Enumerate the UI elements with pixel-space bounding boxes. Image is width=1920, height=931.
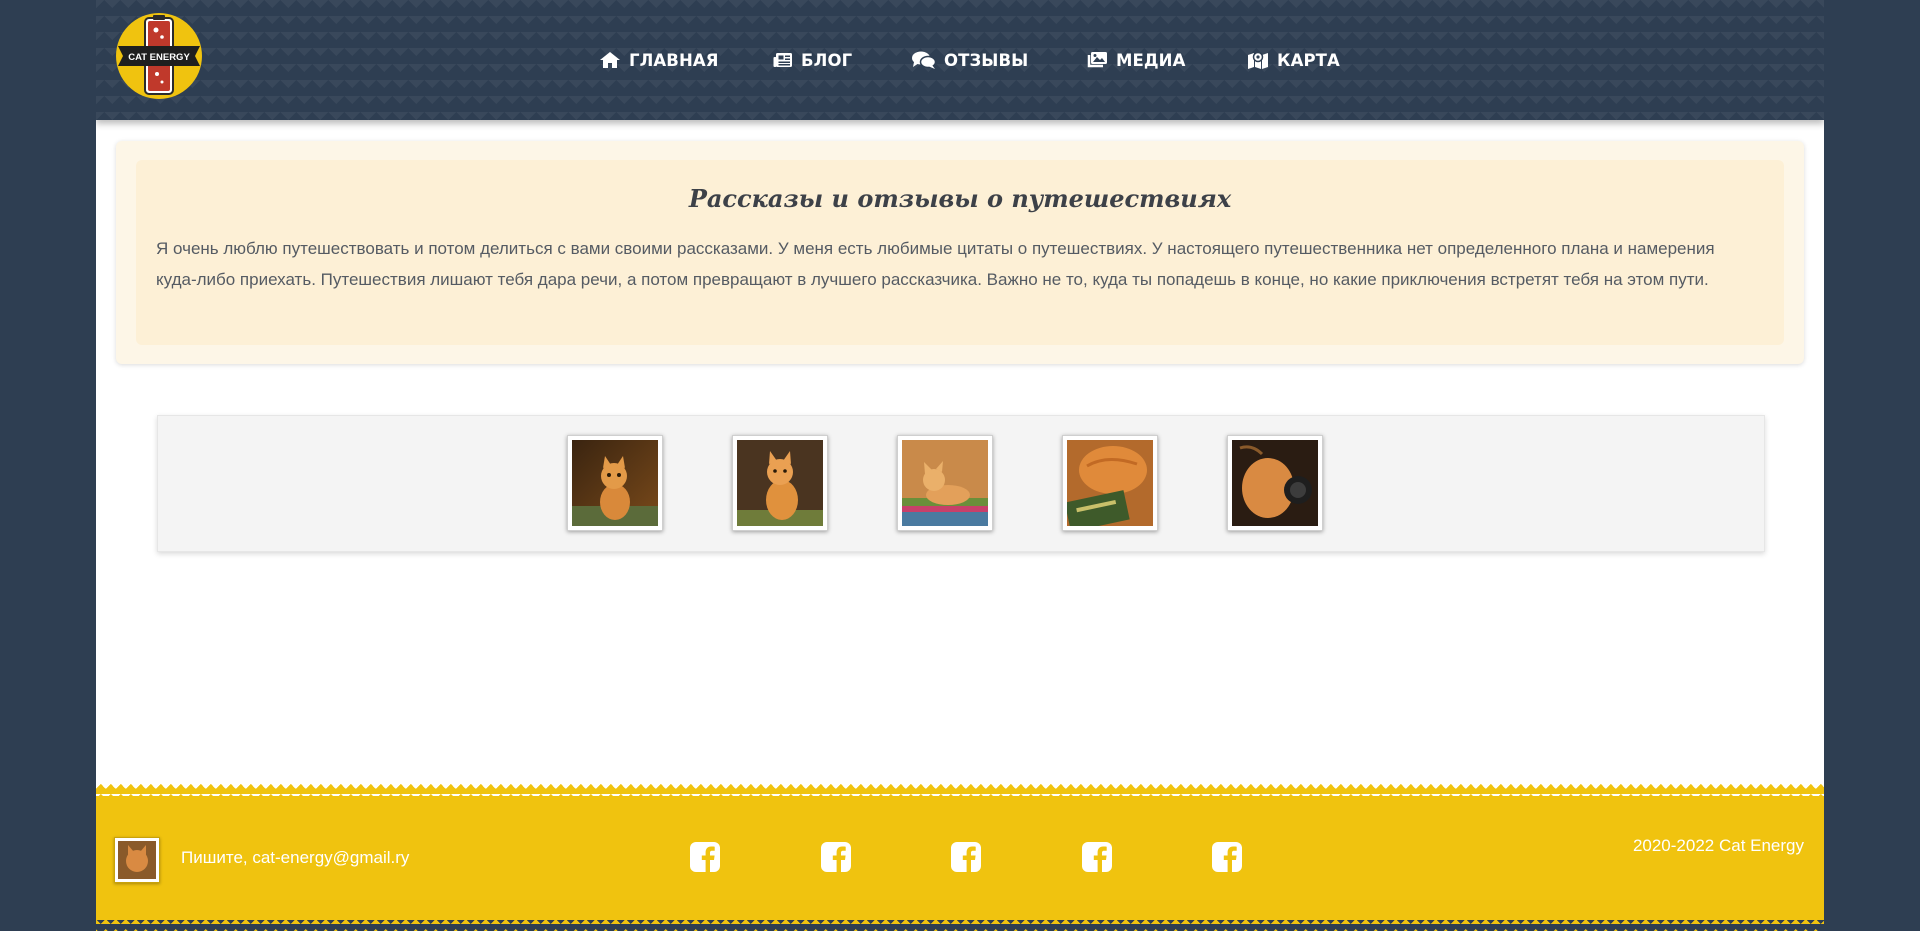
nav-label: ГЛАВНАЯ	[629, 50, 719, 70]
site-footer: Пишите, cat-energy@gmail.ry 2020-2022 Ca…	[96, 784, 1824, 931]
intro-card: Рассказы и отзывы о путешествиях Я очень…	[116, 141, 1804, 364]
gallery-photo[interactable]	[1062, 435, 1158, 531]
kitten-photo-4	[1067, 440, 1153, 526]
nav-label: БЛОГ	[801, 50, 853, 70]
gallery-photo[interactable]	[732, 435, 828, 531]
photo-gallery	[157, 415, 1765, 552]
nav-label: МЕДИА	[1116, 50, 1186, 70]
facebook-icon	[951, 842, 981, 872]
facebook-link[interactable]	[950, 841, 982, 873]
footer-contact-email[interactable]: Пишите, cat-energy@gmail.ry	[181, 848, 409, 868]
nav-label: ОТЗЫВЫ	[944, 50, 1029, 70]
intro-card-inner: Рассказы и отзывы о путешествиях Я очень…	[136, 160, 1784, 345]
nav-label: КАРТА	[1277, 50, 1340, 70]
facebook-icon	[821, 842, 851, 872]
home-icon	[600, 52, 620, 68]
nav-item-map[interactable]: КАРТА	[1247, 46, 1340, 74]
footer-bottom-zigzag	[96, 920, 1824, 931]
nav-item-blog[interactable]: БЛОГ	[773, 46, 852, 74]
intro-text: Я очень люблю путешествовать и потом дел…	[156, 239, 1715, 289]
copyright: 2020-2022 Cat Energy	[1632, 836, 1804, 855]
page: CAT ENERGY ГЛАВНАЯ БЛОГ ОТЗЫВЫ МЕДИА КАР…	[96, 0, 1824, 931]
facebook-icon	[1082, 842, 1112, 872]
nav-item-reviews[interactable]: ОТЗЫВЫ	[912, 46, 1028, 74]
gallery-photo[interactable]	[1227, 435, 1323, 531]
facebook-link[interactable]	[820, 841, 852, 873]
kitten-photo-1	[572, 440, 658, 526]
page-title: Рассказы и отзывы о путешествиях	[688, 184, 1232, 213]
comments-icon	[912, 51, 936, 69]
gallery-photo[interactable]	[897, 435, 993, 531]
facebook-link[interactable]	[1081, 841, 1113, 873]
facebook-link[interactable]	[689, 841, 721, 873]
nav-item-media[interactable]: МЕДИА	[1086, 46, 1185, 74]
kitten-photo-5	[1232, 440, 1318, 526]
footer-zigzag-border	[96, 784, 1824, 796]
newspaper-icon	[773, 53, 792, 67]
main-nav: ГЛАВНАЯ БЛОГ ОТЗЫВЫ МЕДИА КАРТА	[96, 0, 1824, 120]
images-icon	[1087, 52, 1107, 68]
facebook-link[interactable]	[1211, 841, 1243, 873]
gallery-photo[interactable]	[567, 435, 663, 531]
facebook-icon	[690, 842, 720, 872]
kitten-photo-2	[737, 440, 823, 526]
map-icon	[1248, 51, 1268, 69]
facebook-icon	[1212, 842, 1242, 872]
site-header: CAT ENERGY ГЛАВНАЯ БЛОГ ОТЗЫВЫ МЕДИА КАР…	[96, 0, 1824, 120]
avatar	[114, 837, 160, 883]
kitten-photo-3	[902, 440, 988, 526]
nav-item-home[interactable]: ГЛАВНАЯ	[599, 46, 719, 74]
